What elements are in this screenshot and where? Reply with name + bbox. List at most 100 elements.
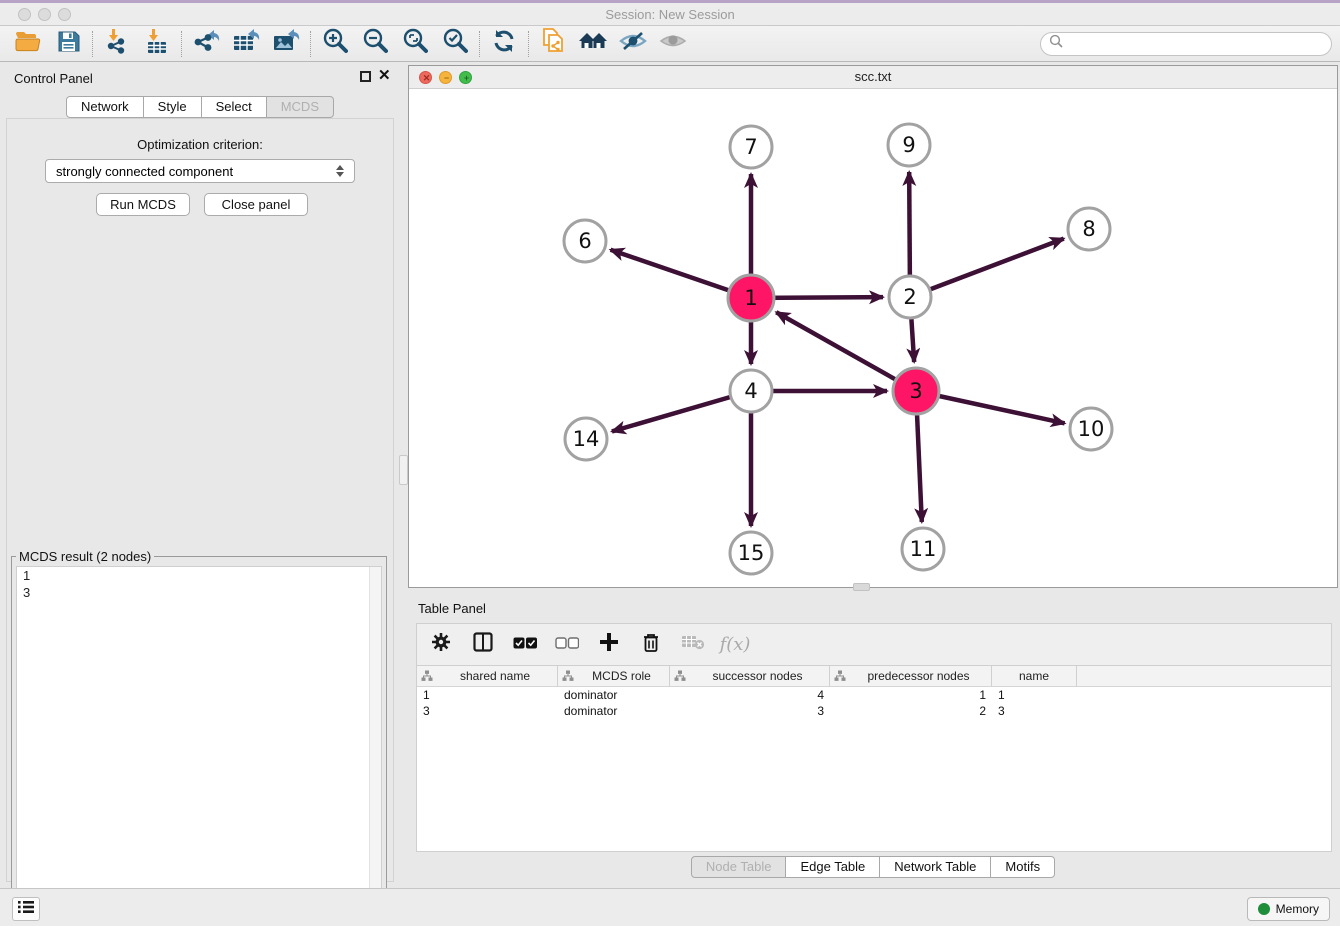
network-view-window: ✕ − + scc.txt 7968124314101511 <box>408 65 1338 588</box>
memory-button[interactable]: Memory <box>1247 897 1330 921</box>
zoom-fit-icon <box>402 28 428 59</box>
node-label-8: 8 <box>1082 217 1095 241</box>
import-table-button[interactable] <box>137 28 177 60</box>
zoom-button[interactable] <box>58 8 71 21</box>
export-network-button[interactable] <box>186 28 226 60</box>
open-session-button[interactable] <box>8 28 48 60</box>
gear-icon <box>431 632 451 657</box>
toolbar-separator <box>181 31 182 57</box>
optimization-criterion-select[interactable]: strongly connected component <box>45 159 355 183</box>
node-label-10: 10 <box>1078 417 1105 441</box>
node-label-14: 14 <box>573 427 600 451</box>
table-cell[interactable]: 3 <box>992 703 1077 719</box>
import-network-button[interactable] <box>97 28 137 60</box>
task-history-button[interactable] <box>12 897 40 921</box>
tab-motifs[interactable]: Motifs <box>991 856 1055 878</box>
column-header-MCDS-role[interactable]: MCDS role <box>558 666 670 686</box>
node-label-4: 4 <box>744 379 757 403</box>
zoom-in-icon <box>322 28 348 59</box>
trash-icon <box>642 632 660 658</box>
tab-mcds[interactable]: MCDS <box>267 96 334 118</box>
tab-network-table[interactable]: Network Table <box>880 856 991 878</box>
zoom-out-icon <box>362 28 388 59</box>
new-network-from-selection-button[interactable] <box>533 28 573 60</box>
export-network-icon <box>192 28 220 59</box>
column-header-successor-nodes[interactable]: successor nodes <box>670 666 830 686</box>
tab-network[interactable]: Network <box>66 96 144 118</box>
column-header-predecessor-nodes[interactable]: predecessor nodes <box>830 666 992 686</box>
function-builder-button[interactable]: f(x) <box>721 631 749 659</box>
save-session-button[interactable] <box>48 28 88 60</box>
toolbar-separator <box>528 31 529 57</box>
tab-edge-table[interactable]: Edge Table <box>786 856 880 878</box>
select-stepper-icon <box>336 165 344 177</box>
mcds-result-line: 1 <box>17 567 381 584</box>
column-header-name[interactable]: name <box>992 666 1077 686</box>
table-cell[interactable]: dominator <box>558 687 670 703</box>
zoom-out-button[interactable] <box>355 28 395 60</box>
mcds-result-list[interactable]: 13 <box>16 566 382 918</box>
run-mcds-button[interactable]: Run MCDS <box>96 193 190 216</box>
network-maximize-button[interactable]: + <box>459 71 472 84</box>
export-image-button[interactable] <box>266 28 306 60</box>
table-cell[interactable]: 3 <box>670 703 830 719</box>
network-canvas[interactable]: 7968124314101511 <box>409 89 1337 587</box>
tab-node-table[interactable]: Node Table <box>691 856 787 878</box>
column-type-icon <box>562 670 574 682</box>
zoom-in-button[interactable] <box>315 28 355 60</box>
table-cell[interactable]: 1 <box>830 687 992 703</box>
deselect-all-button[interactable] <box>553 631 581 659</box>
table-row[interactable]: 3dominator323 <box>417 703 1331 719</box>
search-box[interactable] <box>1040 32 1332 56</box>
node-table[interactable]: shared nameMCDS rolesuccessor nodesprede… <box>416 666 1332 852</box>
table-cell[interactable]: dominator <box>558 703 670 719</box>
export-table-button[interactable] <box>226 28 266 60</box>
result-scrollbar[interactable] <box>369 567 381 917</box>
network-minimize-button[interactable]: − <box>439 71 452 84</box>
refresh-layout-button[interactable] <box>484 28 524 60</box>
eye-slash-icon <box>619 30 647 57</box>
edge-2-8[interactable] <box>910 239 1064 297</box>
table-cell[interactable]: 1 <box>417 687 558 703</box>
close-panel-button[interactable]: Close panel <box>204 193 308 216</box>
select-all-button[interactable] <box>511 631 539 659</box>
tab-style[interactable]: Style <box>144 96 202 118</box>
titlebar: Session: New Session <box>0 3 1340 26</box>
add-column-button[interactable] <box>595 631 623 659</box>
search-input[interactable] <box>1063 37 1323 51</box>
table-cell[interactable]: 2 <box>830 703 992 719</box>
tab-select[interactable]: Select <box>202 96 267 118</box>
task-list-icon <box>17 900 35 919</box>
table-cell[interactable]: 3 <box>417 703 558 719</box>
table-settings-button[interactable] <box>427 631 455 659</box>
zoom-fit-button[interactable] <box>395 28 435 60</box>
zoom-selected-button[interactable] <box>435 28 475 60</box>
network-window-titlebar[interactable]: ✕ − + scc.txt <box>409 66 1337 89</box>
first-neighbors-button[interactable] <box>573 28 613 60</box>
table-row[interactable]: 1dominator411 <box>417 687 1331 703</box>
close-panel-icon[interactable]: ✕ <box>378 68 391 84</box>
column-type-icon <box>421 670 433 682</box>
table-cell[interactable]: 4 <box>670 687 830 703</box>
import-table-icon <box>144 28 170 59</box>
column-chooser-button[interactable] <box>469 631 497 659</box>
search-icon <box>1049 34 1063 53</box>
control-panel-title: Control Panel <box>14 71 93 86</box>
delete-table-button[interactable] <box>679 631 707 659</box>
show-all-button[interactable] <box>653 28 693 60</box>
save-floppy-icon <box>57 30 80 58</box>
export-image-icon <box>272 28 300 59</box>
float-panel-icon[interactable] <box>360 71 371 82</box>
close-button[interactable] <box>18 8 31 21</box>
delete-column-button[interactable] <box>637 631 665 659</box>
table-toolbar: f(x) <box>416 623 1332 666</box>
column-header-shared-name[interactable]: shared name <box>417 666 558 686</box>
minimize-button[interactable] <box>38 8 51 21</box>
horizontal-splitter-grip[interactable] <box>853 583 870 591</box>
table-cell[interactable]: 1 <box>992 687 1077 703</box>
node-label-1: 1 <box>744 286 757 310</box>
export-table-icon <box>232 28 260 59</box>
network-close-button[interactable]: ✕ <box>419 71 432 84</box>
vertical-splitter-grip[interactable] <box>399 455 408 485</box>
hide-selected-button[interactable] <box>613 28 653 60</box>
